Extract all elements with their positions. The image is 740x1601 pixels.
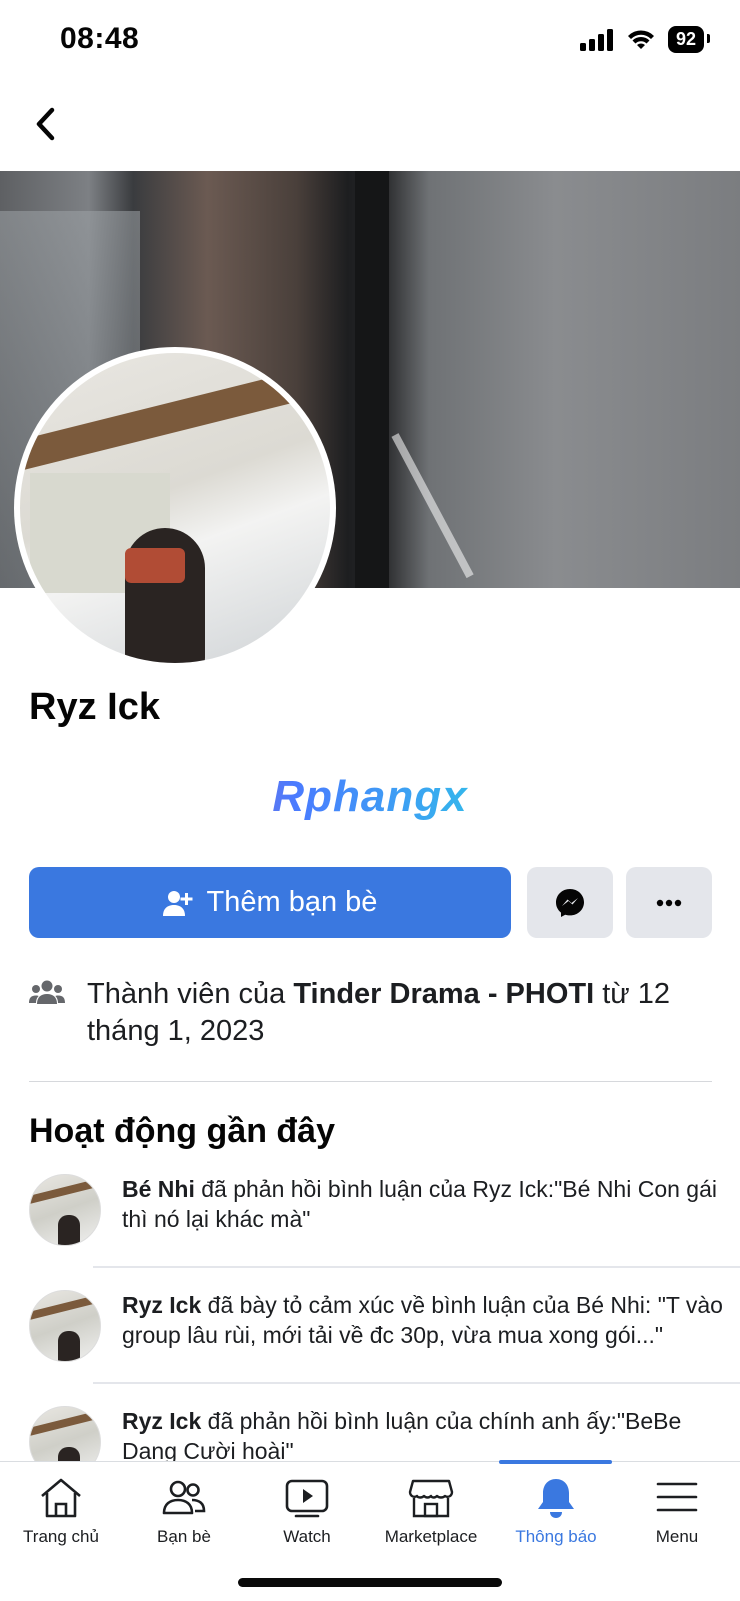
message-button[interactable]: [527, 867, 613, 938]
chevron-left-icon: [36, 107, 55, 141]
watch-icon: [285, 1479, 329, 1518]
profile-picture[interactable]: [14, 347, 336, 669]
menu-icon: [656, 1482, 698, 1512]
status-icons: 92: [579, 26, 711, 53]
activity-text: Bé Nhi đã phản hồi bình luận của Ryz Ick…: [122, 1176, 717, 1232]
add-person-icon: [162, 890, 193, 916]
group-name-link[interactable]: Tinder Drama - PHOTI: [293, 978, 594, 1010]
divider: [29, 1081, 712, 1082]
home-indicator: [238, 1578, 502, 1587]
activity-text: Ryz Ick đã phản hồi bình luận của chính …: [122, 1408, 682, 1464]
status-time: 08:48: [60, 22, 140, 55]
tab-watch[interactable]: Watch: [247, 1477, 367, 1547]
battery-indicator: 92: [667, 26, 711, 53]
avatar: [29, 1290, 101, 1362]
tab-notifications[interactable]: Thông báo: [496, 1477, 616, 1547]
status-bar: 08:48 92: [0, 0, 740, 80]
signal-icon: [579, 28, 613, 51]
friends-icon: [162, 1480, 206, 1515]
tab-marketplace[interactable]: Marketplace: [371, 1477, 491, 1547]
membership-text: Thành viên của Tinder Drama - PHOTI từ 1…: [87, 978, 671, 1047]
recent-activity-title: Hoạt động gần đây: [29, 1112, 335, 1150]
add-friend-button[interactable]: Thêm bạn bè: [29, 867, 511, 938]
tab-friends[interactable]: Bạn bè: [124, 1477, 244, 1547]
avatar: [29, 1174, 101, 1246]
tab-home[interactable]: Trang chủ: [1, 1477, 121, 1547]
tab-menu[interactable]: Menu: [617, 1477, 737, 1547]
messenger-icon: [556, 888, 584, 917]
home-icon: [41, 1478, 81, 1518]
active-tab-indicator: [499, 1460, 612, 1464]
more-options-button[interactable]: [626, 867, 712, 938]
profile-name: Ryz Ick: [29, 686, 160, 728]
marketplace-icon: [408, 1479, 454, 1518]
watermark-logo: Rphangx: [0, 772, 740, 822]
wifi-icon: [627, 29, 654, 49]
more-horizontal-icon: [656, 899, 682, 906]
group-icon: [29, 980, 65, 1004]
bell-icon: [538, 1479, 574, 1518]
back-button[interactable]: [26, 102, 66, 146]
list-separator: [93, 1266, 740, 1268]
add-friend-label: Thêm bạn bè: [206, 886, 378, 918]
activity-text: Ryz Ick đã bày tỏ cảm xúc về bình luận c…: [122, 1292, 723, 1348]
list-separator: [93, 1382, 740, 1384]
